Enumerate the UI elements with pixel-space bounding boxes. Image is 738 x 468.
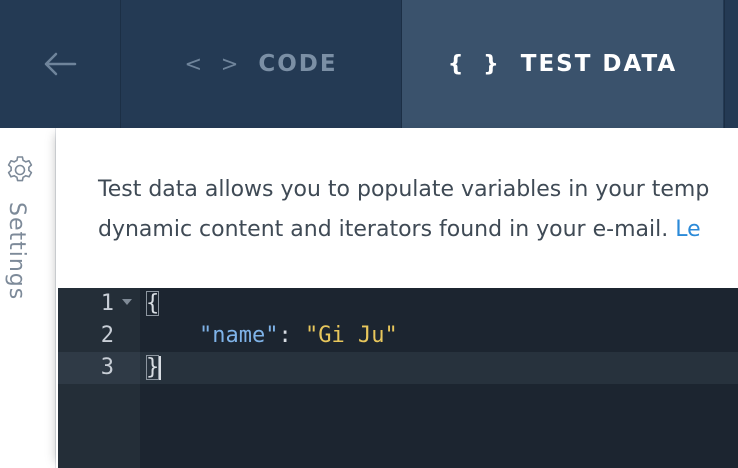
line-number: 2 xyxy=(100,323,114,348)
line-number-cell: 2 xyxy=(58,320,140,352)
top-toolbar: < > CODE { } TEST DATA xyxy=(0,0,738,128)
settings-label[interactable]: Settings xyxy=(4,202,29,300)
arrow-left-icon xyxy=(44,52,77,76)
curly-braces-icon: { } xyxy=(447,51,505,77)
line-number: 3 xyxy=(100,355,114,380)
editor-line-active[interactable]: 3 } xyxy=(58,352,738,384)
tab-test-data[interactable]: { } TEST DATA xyxy=(402,0,723,128)
description-line-1: Test data allows you to populate variabl… xyxy=(98,177,710,202)
editor-line[interactable]: 2 "name": "Gi Ju" xyxy=(58,320,738,352)
open-brace: { xyxy=(146,291,160,316)
gear-icon[interactable] xyxy=(4,154,36,186)
editor-line[interactable]: 1 { xyxy=(58,288,738,320)
line-number: 1 xyxy=(100,291,114,316)
tab-code-label: CODE xyxy=(258,51,338,77)
json-key: "name" xyxy=(198,323,279,348)
line-number-cell: 3 xyxy=(58,352,140,384)
description-text: Test data allows you to populate variabl… xyxy=(98,170,738,250)
back-button[interactable] xyxy=(0,0,121,128)
tab-test-data-label: TEST DATA xyxy=(520,51,678,77)
fold-arrow-icon[interactable] xyxy=(122,299,132,305)
text-cursor xyxy=(159,356,162,380)
code-line: } xyxy=(146,352,162,384)
code-brackets-icon: < > xyxy=(184,52,245,76)
learn-more-link[interactable]: Le xyxy=(675,217,700,242)
code-line: "name": "Gi Ju" xyxy=(146,320,398,352)
toolbar-edge xyxy=(724,0,738,128)
close-brace: } xyxy=(146,355,160,380)
json-colon: : xyxy=(278,323,305,348)
json-editor[interactable]: 1 { 2 "name": "Gi Ju" 3 } xyxy=(58,288,738,468)
code-line: { xyxy=(146,288,160,320)
line-number-cell: 1 xyxy=(58,288,140,320)
tab-code[interactable]: < > CODE xyxy=(121,0,402,128)
description-line-2: dynamic content and iterators found in y… xyxy=(98,210,738,250)
json-string-value: "Gi Ju" xyxy=(304,323,398,348)
description-line-2-text: dynamic content and iterators found in y… xyxy=(98,217,676,242)
